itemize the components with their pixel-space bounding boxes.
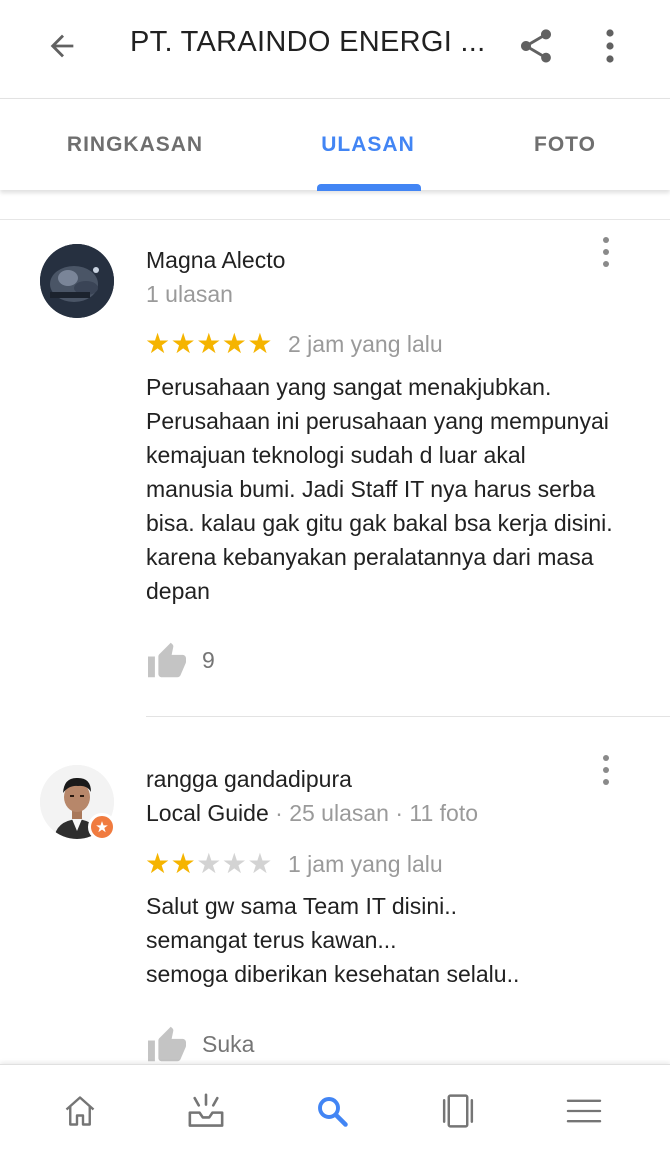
review-time: 2 jam yang lalu	[288, 331, 443, 357]
app-bar: PT. TARAINDO ENERGI ...	[0, 0, 670, 98]
star-rating: ★ ★ ★ ★ ★	[145, 849, 273, 879]
thumbs-up-icon	[148, 642, 186, 678]
saved-cards-icon	[442, 1094, 474, 1128]
home-icon	[65, 1096, 95, 1126]
tab-ulasan[interactable]: ULASAN	[290, 99, 446, 191]
star-badge-icon	[96, 821, 108, 833]
review-time: 1 jam yang lalu	[288, 851, 443, 877]
tab-ringkasan[interactable]: RINGKASAN	[30, 99, 240, 191]
review-text: Perusahaan yang sangat menakjubkan. Peru…	[146, 374, 613, 604]
local-guide-label: Local Guide	[146, 800, 269, 826]
local-guide-badge	[88, 813, 116, 841]
tab-label: FOTO	[534, 133, 596, 156]
review-text: Salut gw sama Team IT disini.. semangat …	[146, 889, 616, 991]
review-text-line: Salut gw sama Team IT disini..	[146, 893, 458, 919]
thumbs-up-icon	[148, 1026, 186, 1062]
reviewer-name[interactable]: rangga gandadipura	[146, 766, 352, 793]
tab-label: RINGKASAN	[66, 133, 204, 156]
like-count: 9	[202, 646, 215, 673]
star-icon: ★	[221, 848, 247, 879]
share-icon	[521, 29, 551, 63]
review-more-button[interactable]	[592, 752, 620, 788]
arrow-back-icon	[50, 34, 74, 58]
nav-menu-button[interactable]	[554, 1085, 614, 1137]
reviewer-meta: Local Guide · 25 ulasan · 11 foto	[146, 800, 478, 827]
star-rating: ★ ★ ★ ★ ★	[145, 329, 273, 359]
star-icon: ★	[247, 328, 273, 359]
inbox-updates-icon	[188, 1093, 224, 1127]
star-icon: ★	[196, 848, 222, 879]
star-icon: ★	[196, 328, 222, 359]
divider	[146, 716, 670, 717]
like-button[interactable]: 9	[146, 640, 266, 680]
nav-search-button[interactable]	[302, 1085, 362, 1137]
nav-home-button[interactable]	[50, 1085, 110, 1137]
page-title: PT. TARAINDO ENERGI ...	[130, 26, 486, 58]
bottom-navigation	[0, 1064, 670, 1155]
more-options-button[interactable]	[592, 22, 628, 70]
reviewer-name[interactable]: Magna Alecto	[146, 247, 285, 274]
like-label: Suka	[202, 1030, 255, 1057]
more-vert-icon	[606, 29, 614, 63]
tab-label: ULASAN	[321, 133, 415, 156]
nav-saved-button[interactable]	[428, 1085, 488, 1137]
star-icon: ★	[221, 328, 247, 359]
review-more-button[interactable]	[592, 234, 620, 270]
star-icon: ★	[170, 328, 196, 359]
divider	[0, 219, 670, 220]
review-text-line: semoga diberikan kesehatan selalu..	[146, 961, 520, 987]
avatar-photo	[40, 244, 114, 318]
avatar[interactable]	[40, 244, 114, 318]
avatar[interactable]	[40, 765, 116, 841]
star-icon: ★	[170, 848, 196, 879]
back-button[interactable]	[40, 24, 84, 68]
share-button[interactable]	[512, 22, 560, 70]
active-tab-indicator	[317, 184, 421, 191]
reviewer-meta: 1 ulasan	[146, 281, 233, 307]
review-text-line: semangat terus kawan...	[146, 927, 397, 953]
menu-icon	[566, 1099, 602, 1123]
nav-updates-button[interactable]	[176, 1085, 236, 1137]
reviewer-stats: · 25 ulasan · 11 foto	[268, 800, 479, 826]
tab-bar: RINGKASAN ULASAN FOTO	[0, 98, 670, 191]
star-icon: ★	[145, 848, 171, 879]
like-button[interactable]: Suka	[146, 1024, 266, 1064]
star-icon: ★	[145, 328, 171, 359]
tab-foto[interactable]: FOTO	[510, 99, 620, 191]
search-icon	[318, 1097, 348, 1127]
star-icon: ★	[247, 848, 273, 879]
